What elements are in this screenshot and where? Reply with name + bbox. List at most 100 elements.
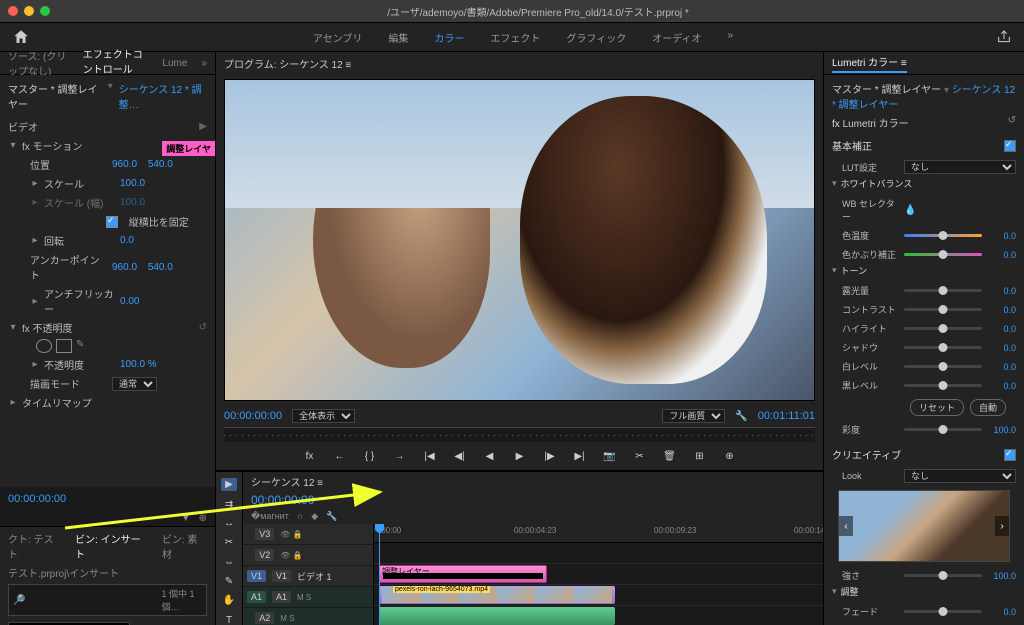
wrench-icon[interactable]: 🔧 [735,411,747,422]
track-a2[interactable]: A2 [255,612,274,624]
rect-mask-icon[interactable] [56,339,72,353]
tab-overflow[interactable]: » [201,58,207,69]
step-back-icon[interactable]: |◀ [422,448,438,464]
whites-slider[interactable] [904,365,982,368]
track-area[interactable]: :00:00 00:00:04:23 00:00:09:23 00:00:14:… [374,524,823,625]
adjustment-clip[interactable]: 調整レイヤー [379,565,547,583]
program-ruler[interactable] [224,427,815,442]
highlights-slider[interactable] [904,327,982,330]
fade-slider[interactable] [904,610,982,613]
program-tc-in[interactable]: 00:00:00:00 [224,410,282,422]
audio-clip[interactable] [379,607,615,625]
step-fwd-icon[interactable]: ▶| [572,448,588,464]
basic-correction[interactable]: 基本補正 [832,138,872,153]
lut-select[interactable]: なし [904,160,1016,174]
export-frame-icon[interactable]: 📷 [602,448,618,464]
track-v2[interactable]: V2 [255,549,274,561]
filter-icon[interactable]: ▼ [181,513,191,524]
prev-look-icon[interactable]: ‹ [839,516,853,536]
workspace-assembly[interactable]: アセンブリ [313,30,363,45]
intensity-slider[interactable] [904,574,982,577]
razor-tool-icon[interactable]: ✂ [221,536,237,549]
reset-button[interactable]: リセット [910,399,964,416]
prev-frame-icon[interactable]: ◀| [452,448,468,464]
blacks-slider[interactable] [904,384,982,387]
tab-project[interactable]: クト: テスト [8,531,63,561]
tab-bin-insert[interactable]: ビン: インサート [75,531,150,561]
traffic-lights[interactable] [8,6,50,16]
pen-mask-icon[interactable]: ✎ [76,339,84,353]
lumetri-tab[interactable]: Lumetri カラー ≡ [832,54,907,73]
play-icon[interactable]: ▶ [512,448,528,464]
tab-lumetri-scopes[interactable]: Lume [162,58,187,69]
zoom-icon[interactable]: ⊕ [199,513,207,524]
home-icon[interactable] [12,28,30,46]
sequence-clip-label[interactable]: シーケンス 12 * 調整… [119,81,207,111]
program-monitor[interactable] [224,79,815,401]
master-clip-label[interactable]: マスター * 調整レイヤー [8,81,102,111]
temperature-slider[interactable] [904,234,982,237]
eyedropper-icon[interactable]: 💧 [904,205,916,216]
bin-search[interactable]: 🔎1 個中 1 個… [8,584,207,616]
opacity-value[interactable]: 100.0 % [120,359,157,370]
saturation-slider[interactable] [904,428,982,431]
snap-icon[interactable]: �магнит [251,511,289,522]
reset-icon[interactable]: ↺ [199,322,207,333]
video-clip[interactable]: pexels-ron-lach-9654073.mp4 [379,586,615,604]
hand-tool-icon[interactable]: ✋ [221,594,237,607]
add-marker-icon[interactable]: ← [332,448,348,464]
twirl-icon[interactable]: ▾ [8,140,18,151]
lift-icon[interactable]: ✂ [632,448,648,464]
shadows-slider[interactable] [904,346,982,349]
track-v1[interactable]: V1 [272,570,291,582]
fx-timecode[interactable]: 00:00:00:00 [0,487,215,511]
pen-tool-icon[interactable]: ✎ [221,575,237,588]
go-to-in-icon[interactable]: → [392,448,408,464]
sequence-tab[interactable]: シーケンス 12 ≡ [251,474,323,489]
play-back-icon[interactable]: ◀ [482,448,498,464]
twirl-icon[interactable]: ▸ [30,178,40,189]
tint-slider[interactable] [904,253,982,256]
settings-icon[interactable]: 🔧 [326,511,337,522]
workspace-audio[interactable]: オーディオ [652,30,701,45]
slip-tool-icon[interactable]: ⇔ [221,556,237,569]
search-input[interactable] [25,594,161,607]
mark-in-out-icon[interactable]: { } [362,448,378,464]
share-icon[interactable] [996,29,1012,45]
playhead[interactable] [379,524,380,625]
motion-effect[interactable]: fx モーション [22,138,82,153]
contrast-slider[interactable] [904,308,982,311]
selection-tool-icon[interactable]: ▶ [221,478,237,491]
button-editor-icon[interactable]: ⊕ [722,448,738,464]
anchor-y[interactable]: 540.0 [148,262,173,273]
workspace-color[interactable]: カラー [434,30,464,45]
zoom-select[interactable]: 全体表示 [292,409,355,423]
track-a1[interactable]: A1 [272,591,291,603]
scale-value[interactable]: 100.0 [120,178,145,189]
creative-enable-checkbox[interactable] [1004,449,1016,461]
close-icon[interactable] [8,6,18,16]
track-v3[interactable]: V3 [255,528,274,540]
position-y[interactable]: 540.0 [148,159,173,170]
quality-select[interactable]: フル画質 [662,409,725,423]
anchor-x[interactable]: 960.0 [112,262,137,273]
workspace-edit[interactable]: 編集 [388,30,408,45]
workspace-overflow[interactable]: » [728,30,734,45]
extract-icon[interactable]: 🗑 [662,448,678,464]
blend-mode-select[interactable]: 通常 [112,377,157,391]
track-select-tool-icon[interactable]: ⇉ [221,497,237,510]
position-x[interactable]: 960.0 [112,159,137,170]
look-select[interactable]: なし [904,469,1016,483]
marker-icon[interactable]: ◆ [311,511,318,522]
minimize-icon[interactable] [24,6,34,16]
auto-button[interactable]: 自動 [970,399,1006,416]
linked-sel-icon[interactable]: ∩ [297,511,303,522]
tab-source[interactable]: ソース: (クリップなし) [8,48,69,78]
workspace-graphics[interactable]: グラフィック [566,30,626,45]
next-frame-icon[interactable]: |▶ [542,448,558,464]
flicker-value[interactable]: 0.00 [120,296,139,307]
src-v1[interactable]: V1 [247,570,266,582]
type-tool-icon[interactable]: T [221,614,237,625]
rotation-value[interactable]: 0.0 [120,235,134,246]
src-a1[interactable]: A1 [247,591,266,603]
